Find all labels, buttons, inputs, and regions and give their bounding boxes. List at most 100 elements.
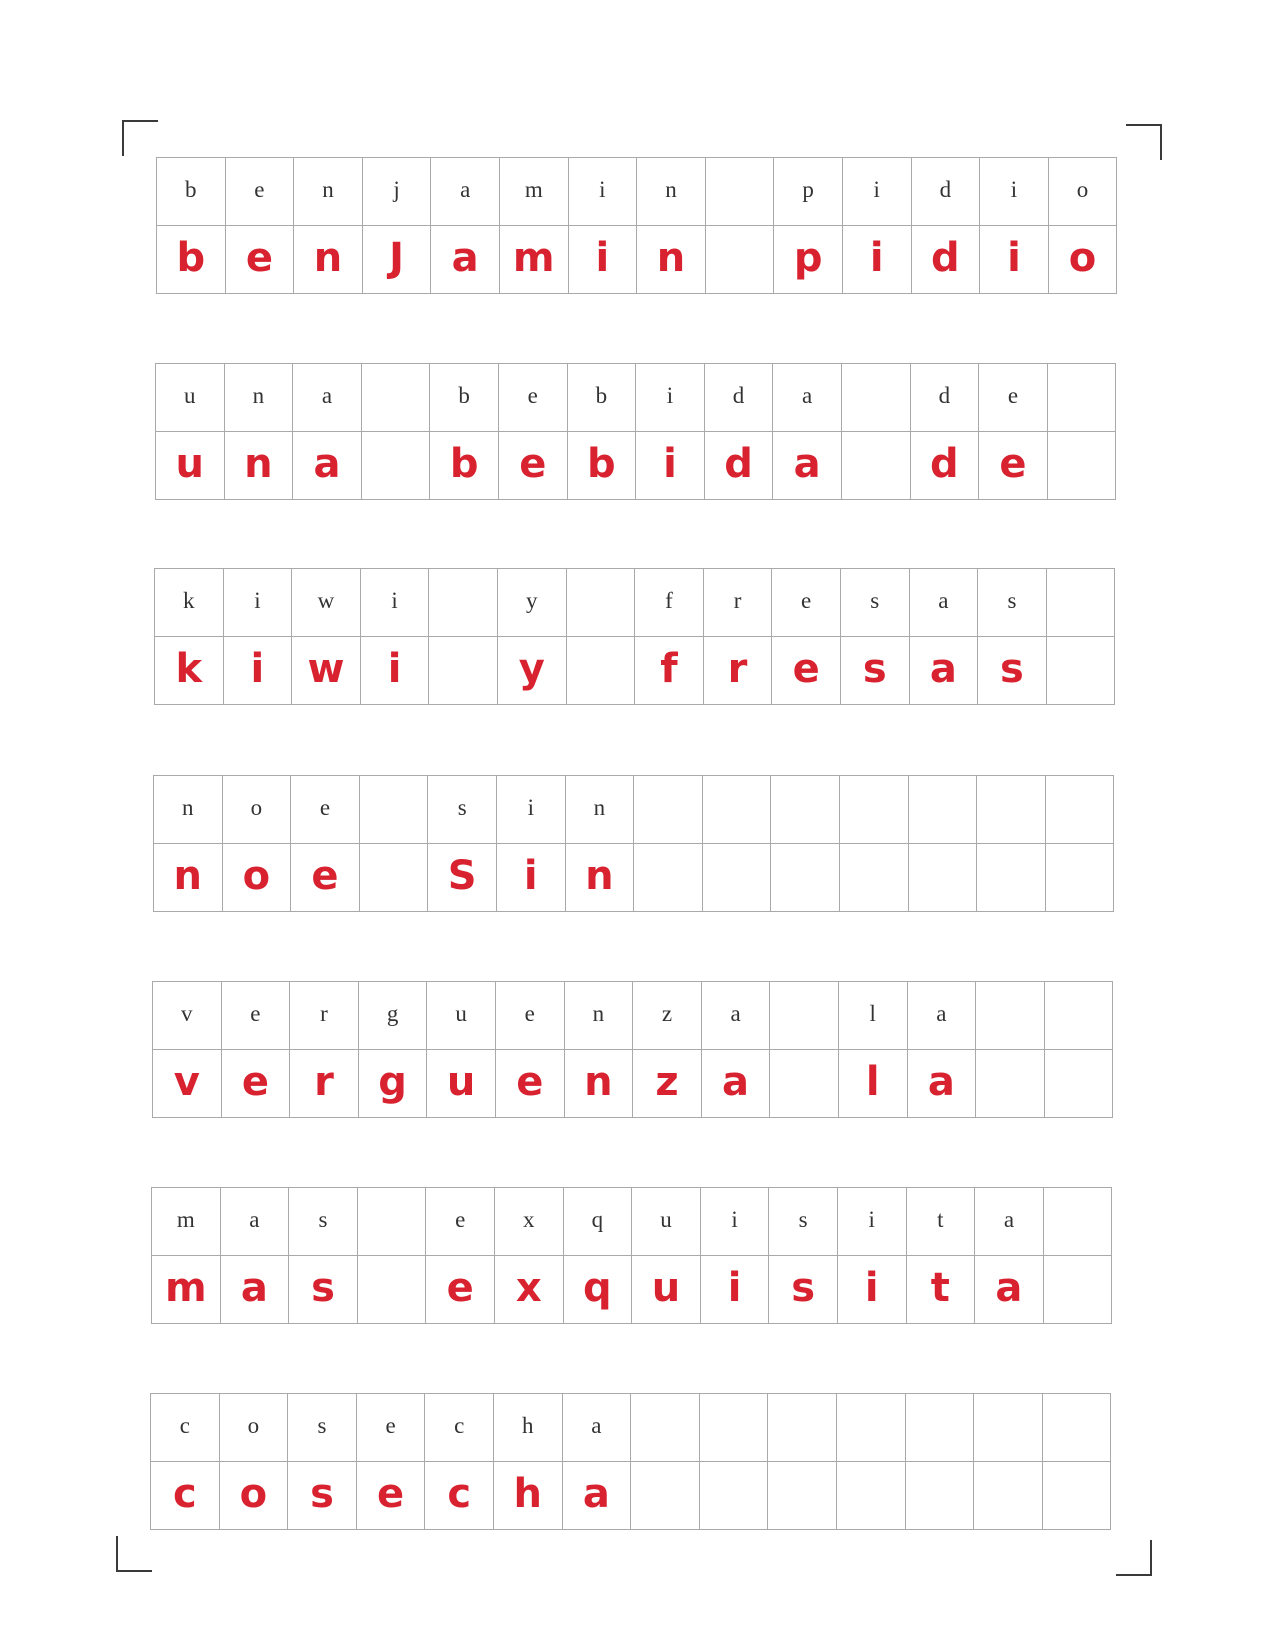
handwritten-letter-cell: y	[497, 637, 567, 705]
printed-letter-cell	[770, 982, 839, 1050]
printed-letter-cell: n	[564, 982, 634, 1050]
handwritten-letter-cell: s	[769, 1256, 838, 1324]
handwritten-letter-cell	[974, 1462, 1043, 1530]
handwritten-letter-cell: e	[426, 1256, 495, 1324]
handwritten-letter-cell: d	[704, 432, 774, 500]
printed-letter-cell: a	[701, 982, 771, 1050]
printed-letter-cell	[976, 982, 1045, 1050]
printed-letter-cell: e	[426, 1188, 495, 1256]
handwritten-letter-cell: a	[701, 1050, 771, 1118]
handwritten-letter-cell: r	[703, 637, 773, 705]
printed-letter-cell: v	[153, 982, 222, 1050]
printed-letter-cell: e	[221, 982, 291, 1050]
letter-grid-row-4: noesinnoeSin	[153, 775, 1115, 912]
handwritten-letter-cell: e	[291, 844, 360, 912]
printed-letter-cell: t	[906, 1188, 976, 1256]
letter-grid-row-7: cosechacosecha	[150, 1393, 1112, 1530]
printed-letter-cell	[361, 364, 431, 432]
handwritten-letter-cell: i	[700, 1256, 770, 1324]
printed-letter-cell	[836, 1394, 906, 1462]
handwritten-letter-cell	[977, 844, 1046, 912]
printed-letter-cell	[1042, 1394, 1112, 1462]
handwritten-letter-cell	[705, 226, 775, 294]
printed-letter-cell	[768, 1394, 837, 1462]
handwritten-letter-cell	[908, 844, 978, 912]
printed-letter-cell	[1043, 1188, 1113, 1256]
handwritten-letter-cell	[1045, 844, 1115, 912]
printed-letter-cell: y	[497, 569, 567, 637]
printed-letter-cell	[839, 776, 909, 844]
printed-letter-cell: w	[292, 569, 361, 637]
printed-letter-cell: u	[156, 364, 225, 432]
printed-letter-cell: d	[910, 364, 980, 432]
handwritten-letter-cell: e	[225, 226, 295, 294]
printed-letter-cell: s	[769, 1188, 838, 1256]
printed-letter-cell: g	[358, 982, 428, 1050]
handwritten-letter-cell: a	[220, 1256, 290, 1324]
printed-letter-cell	[631, 1394, 700, 1462]
handwritten-letter-cell	[429, 637, 498, 705]
printed-letter-cell: c	[151, 1394, 220, 1462]
handwritten-letter-cell	[841, 432, 911, 500]
printed-letter-cell: p	[774, 158, 843, 226]
printed-letter-cell: n	[224, 364, 294, 432]
printed-letter-cell: r	[703, 569, 773, 637]
printed-letter-cell: o	[1048, 158, 1118, 226]
handwritten-letter-cell: e	[979, 432, 1048, 500]
handwritten-letter-cell: h	[493, 1462, 563, 1530]
printed-letter-cell: n	[565, 776, 635, 844]
handwritten-letter-cell: s	[840, 637, 910, 705]
printed-letter-cell: s	[428, 776, 497, 844]
printed-letter-cell: i	[223, 569, 293, 637]
handwritten-letter-cell: u	[156, 432, 225, 500]
printed-letter-cell: b	[157, 158, 226, 226]
handwritten-letter-cell	[1046, 637, 1116, 705]
handwritten-letter-cell	[357, 1256, 427, 1324]
printed-letter-cell: m	[152, 1188, 221, 1256]
handwritten-letter-cell: i	[496, 844, 566, 912]
printed-letter-cell	[699, 1394, 769, 1462]
printed-letter-cell: a	[909, 569, 979, 637]
handwritten-letter-cell: i	[360, 637, 430, 705]
handwritten-letter-cell	[976, 1050, 1045, 1118]
printed-letter-cell: i	[842, 158, 912, 226]
crop-mark-top-right	[1126, 124, 1162, 160]
printed-letter-cell: e	[772, 569, 841, 637]
printed-letter-cell	[705, 158, 775, 226]
letter-grid-row-6: masexquisitamasexquisita	[151, 1187, 1113, 1324]
printed-letter-cell: a	[975, 1188, 1044, 1256]
printed-letter-cell: i	[360, 569, 430, 637]
handwritten-letter-cell: i	[636, 432, 705, 500]
handwritten-letter-cell: u	[632, 1256, 701, 1324]
printed-letter-cell	[908, 776, 978, 844]
handwritten-letter-cell	[905, 1462, 975, 1530]
handwritten-letter-cell: l	[838, 1050, 908, 1118]
printed-letter-cell: z	[633, 982, 702, 1050]
handwritten-letter-cell: w	[292, 637, 361, 705]
handwritten-letter-cell: d	[911, 226, 981, 294]
printed-letter-cell: u	[632, 1188, 701, 1256]
printed-letter-cell: s	[288, 1394, 357, 1462]
handwritten-letter-cell: z	[633, 1050, 702, 1118]
printed-letter-cell: a	[220, 1188, 290, 1256]
handwritten-letter-cell: i	[980, 226, 1049, 294]
printed-letter-cell: n	[294, 158, 363, 226]
handwritten-letter-cell	[702, 844, 772, 912]
printed-letter-cell: e	[225, 158, 295, 226]
printed-letter-cell: o	[222, 776, 292, 844]
printed-letter-cell: e	[356, 1394, 426, 1462]
printed-letter-cell: n	[637, 158, 706, 226]
letter-grid-row-2: unabebidadeunabebidade	[155, 363, 1117, 500]
printed-letter-cell	[841, 364, 911, 432]
handwritten-letter-cell: b	[157, 226, 226, 294]
handwritten-letter-cell: n	[224, 432, 294, 500]
printed-letter-cell: s	[289, 1188, 358, 1256]
printed-letter-cell	[1044, 982, 1114, 1050]
handwritten-letter-cell: s	[978, 637, 1047, 705]
letter-grid-row-1: benjaminpidiobenJaminpidio	[156, 157, 1118, 294]
printed-letter-cell: a	[431, 158, 500, 226]
handwritten-letter-cell: n	[565, 844, 635, 912]
handwritten-letter-cell: e	[221, 1050, 291, 1118]
printed-letter-cell	[1047, 364, 1117, 432]
printed-letter-cell: e	[498, 364, 568, 432]
